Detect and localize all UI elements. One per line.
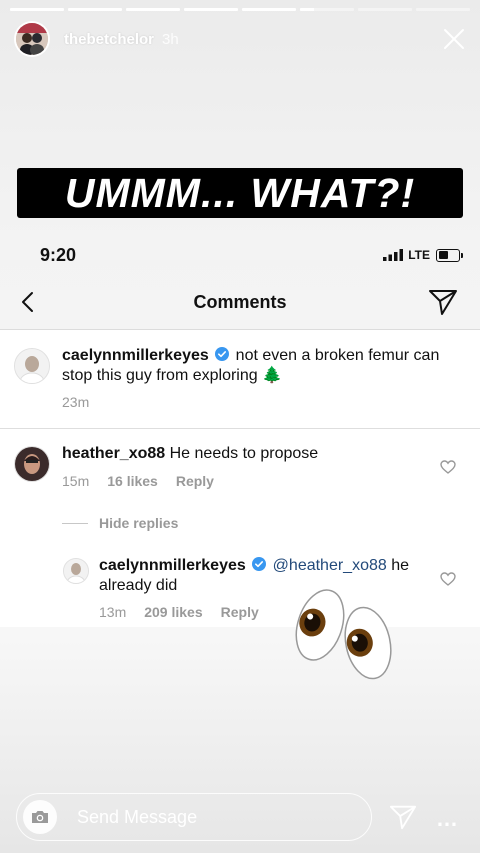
progress-segment (68, 8, 122, 11)
progress-segment-current (300, 8, 354, 11)
story-avatar[interactable] (14, 21, 50, 57)
close-icon[interactable] (442, 27, 466, 51)
story-progress-bar (10, 8, 470, 11)
heart-icon[interactable] (440, 572, 456, 586)
mention-link[interactable]: @heather_xo88 (273, 557, 387, 574)
caption-meta: 23m (62, 394, 89, 410)
send-message-placeholder: Send Message (77, 806, 198, 827)
status-bar-indicators: LTE (383, 248, 463, 262)
hide-replies-button[interactable]: Hide replies (99, 515, 178, 531)
caption-username[interactable]: caelynnmillerkeyes (62, 347, 209, 364)
story-username[interactable]: thebetchelor (64, 31, 154, 48)
send-message-input[interactable]: Send Message (16, 793, 372, 841)
avatar[interactable] (14, 348, 50, 384)
avatar[interactable] (63, 558, 89, 584)
avatar[interactable] (14, 446, 50, 482)
progress-segment (358, 8, 412, 11)
send-icon[interactable] (389, 803, 417, 831)
reply-body: he (391, 557, 410, 574)
story-timestamp: 3h (162, 30, 179, 48)
story-header: thebetchelor 3h (14, 20, 179, 58)
reply-button[interactable]: Reply (221, 604, 259, 620)
battery-icon (436, 248, 463, 262)
progress-segment (126, 8, 180, 11)
eyes-emoji-sticker[interactable] (290, 585, 402, 685)
progress-segment (10, 8, 64, 11)
verified-badge-icon (252, 557, 267, 571)
caption-body-line2: stop this guy from exploring (62, 367, 258, 384)
left-eye (295, 589, 345, 661)
direct-send-icon[interactable] (428, 288, 458, 316)
reply-username[interactable]: caelynnmillerkeyes (99, 557, 246, 574)
camera-icon[interactable] (23, 800, 57, 834)
reply-likes[interactable]: 209 likes (144, 604, 202, 620)
comment-text: heather_xo88 He needs to propose (62, 444, 422, 464)
progress-segment (416, 8, 470, 11)
caption-text: caelynnmillerkeyes not even a broken fem… (62, 346, 462, 386)
progress-segment (242, 8, 296, 11)
headline-text-sticker: UMMM... WHAT?! (17, 168, 463, 218)
caption-time: 23m (62, 394, 90, 410)
progress-segment (184, 8, 238, 11)
comment-body: He needs to propose (169, 445, 319, 462)
more-options-icon[interactable]: … (436, 806, 459, 832)
tree-emoji: 🌲 (262, 367, 283, 384)
status-bar-time: 9:20 (40, 245, 77, 265)
reply-button[interactable]: Reply (176, 473, 214, 489)
comments-sheet: caelynnmillerkeyes not even a broken fem… (0, 329, 480, 627)
verified-badge-icon (215, 347, 230, 361)
comment-time: 15m (62, 473, 90, 489)
reply-meta: 13m 209 likes Reply (99, 604, 259, 620)
reply-time: 13m (99, 604, 127, 620)
signal-icon (383, 249, 404, 261)
hide-replies-label[interactable]: Hide replies (99, 515, 178, 531)
divider (0, 428, 480, 429)
comment-meta: 15m 16 likes Reply (62, 473, 214, 489)
network-label: LTE (408, 248, 430, 262)
hide-replies-line (62, 523, 88, 524)
reply-body-line2: already did (99, 577, 178, 594)
comment-username[interactable]: heather_xo88 (62, 445, 165, 462)
comment-likes[interactable]: 16 likes (107, 473, 158, 489)
heart-icon[interactable] (440, 460, 456, 474)
comments-title: Comments (193, 292, 287, 312)
right-eye (344, 606, 392, 680)
caption-body: not even a broken femur can (235, 347, 440, 364)
